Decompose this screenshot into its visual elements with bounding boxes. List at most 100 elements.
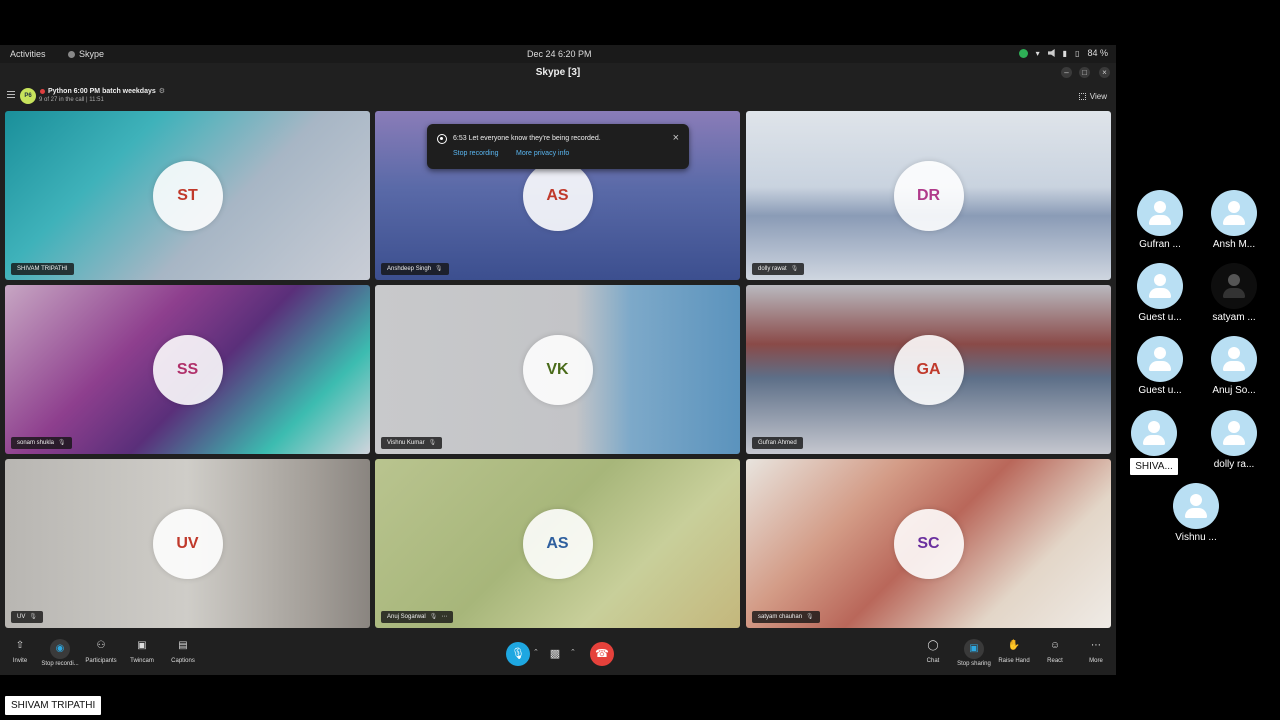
more-dots-icon: ⋯ — [1091, 640, 1101, 651]
privacy-info-link[interactable]: More privacy info — [516, 150, 569, 157]
more-options-icon[interactable]: ⋯ — [441, 611, 447, 623]
recording-notification: 6:53 Let everyone know they're being rec… — [427, 124, 689, 169]
presenter-label: SHIVAM TRIPATHI — [5, 696, 102, 715]
video-tile[interactable]: DR dolly rawat 🎙 — [746, 111, 1111, 280]
close-window-button[interactable]: × — [1099, 67, 1110, 78]
maximize-button[interactable]: □ — [1079, 67, 1090, 78]
microphone-icon: ▮ — [1062, 48, 1068, 58]
participant-name-tag: sonam shukla 🎙 — [11, 437, 72, 449]
microphone-button[interactable]: 🎙 — [506, 642, 530, 666]
side-participant[interactable]: dolly ra... — [1199, 410, 1269, 470]
camera-off-icon: ▩ — [549, 648, 561, 660]
participant-name: Vishnu Kumar — [387, 440, 425, 446]
invite-button[interactable]: ⇧ Invite — [0, 639, 42, 664]
hamburger-menu-icon[interactable] — [7, 91, 15, 98]
grid-view-icon — [1078, 93, 1086, 100]
raise-hand-button[interactable]: ✋ Raise Hand — [992, 639, 1036, 664]
twincam-icon: ▣ — [137, 640, 147, 651]
muted-mic-icon: 🎙 — [429, 614, 438, 620]
react-label: React — [1047, 658, 1063, 664]
skype-app-icon — [68, 50, 75, 58]
participant-name-tag: SHIVAM TRIPATHI — [11, 263, 74, 275]
camera-options-chevron-icon[interactable]: ⌃ — [570, 648, 576, 656]
battery-icon: ▯ — [1075, 48, 1080, 58]
muted-mic-icon: 🎙 — [29, 614, 37, 620]
view-button[interactable]: View — [1078, 92, 1107, 101]
video-tile[interactable]: SC satyam chauhan 🎙 — [746, 459, 1111, 628]
side-participant[interactable]: Guest u... — [1125, 336, 1195, 396]
stop-sharing-button[interactable]: ▣ Stop sharing — [952, 639, 996, 667]
more-button[interactable]: ⋯ More — [1074, 639, 1118, 664]
group-settings-icon[interactable]: ⚙ — [159, 87, 165, 95]
group-name: Python 6:00 PM batch weekdays — [48, 87, 156, 95]
participant-avatar-icon — [1211, 190, 1257, 236]
camera-button[interactable]: ▩ — [543, 642, 567, 666]
share-icon: ⇧ — [15, 640, 25, 651]
chat-button[interactable]: ◯ Chat — [911, 639, 955, 664]
call-header: P6 Python 6:00 PM batch weekdays ⚙ 9 of … — [0, 83, 1116, 109]
stop-recording-link[interactable]: Stop recording — [453, 150, 499, 157]
side-participant[interactable]: Anuj So... — [1199, 336, 1269, 396]
phone-hangup-icon: ☎ — [595, 648, 609, 660]
participant-avatar-icon — [1211, 410, 1257, 456]
participant-avatar-icon — [1131, 410, 1177, 456]
participant-name: SHIVAM TRIPATHI — [17, 266, 68, 272]
mic-options-chevron-icon[interactable]: ⌃ — [533, 648, 539, 656]
system-top-bar: Activities Skype Dec 24 6:20 PM ▾ ▮ ▯ 84… — [0, 45, 1116, 63]
video-tile[interactable]: ST SHIVAM TRIPATHI — [5, 111, 370, 280]
side-participant[interactable]: SHIVA... — [1119, 410, 1189, 475]
captions-button[interactable]: ▤ Captions — [161, 639, 205, 664]
hand-icon: ✋ — [1007, 640, 1021, 651]
participant-avatar: ST — [152, 160, 223, 231]
muted-mic-icon: 🎙 — [806, 614, 814, 620]
side-participant-name: satyam ... — [1212, 312, 1256, 323]
twincam-button[interactable]: ▣ Twincam — [120, 639, 164, 664]
participant-avatar: AS — [522, 508, 593, 579]
recording-message: 6:53 Let everyone know they're being rec… — [453, 135, 601, 142]
muted-mic-icon: 🎙 — [58, 440, 66, 446]
muted-mic-icon: 🎙 — [790, 266, 799, 272]
system-tray[interactable]: ▾ ▮ ▯ 84 % — [1018, 48, 1108, 58]
app-menu[interactable]: Skype — [68, 49, 104, 59]
participant-name: satyam chauhan — [758, 614, 803, 620]
participant-avatar: UV — [152, 508, 223, 579]
side-participant[interactable]: Gufran ... — [1125, 190, 1195, 250]
participant-name: Anuj Sogarwal — [387, 614, 426, 620]
participant-avatar: VK — [522, 334, 593, 405]
app-menu-label: Skype — [79, 49, 105, 59]
captions-label: Captions — [171, 658, 195, 664]
video-tile[interactable]: GA Gufran Ahmed — [746, 285, 1111, 454]
participant-name-tag: Gufran Ahmed — [752, 437, 803, 449]
stop-recording-button[interactable]: ◉ Stop recordi... — [38, 639, 82, 667]
participant-name-tag: Anuj Sogarwal 🎙 ⋯ — [381, 611, 454, 623]
participant-name: Gufran Ahmed — [758, 440, 797, 446]
side-participant[interactable]: Vishnu ... — [1161, 483, 1231, 543]
participant-avatar-icon — [1137, 263, 1183, 309]
system-clock[interactable]: Dec 24 6:20 PM — [527, 49, 592, 59]
video-tile[interactable]: SS sonam shukla 🎙 — [5, 285, 370, 454]
react-button[interactable]: ☺ React — [1033, 639, 1077, 664]
close-icon[interactable]: × — [673, 132, 679, 144]
chat-icon: ◯ — [927, 640, 939, 651]
stop-sharing-label: Stop sharing — [957, 661, 991, 667]
participant-avatar-icon — [1137, 190, 1183, 236]
muted-mic-icon: 🎙 — [435, 266, 443, 272]
minimize-button[interactable]: – — [1061, 67, 1072, 78]
more-label: More — [1089, 658, 1103, 664]
side-participant[interactable]: Ansh M... — [1199, 190, 1269, 250]
react-emoji-icon: ☺ — [1049, 640, 1061, 651]
hang-up-button[interactable]: ☎ — [590, 642, 614, 666]
video-tile[interactable]: VK Vishnu Kumar 🎙 — [375, 285, 740, 454]
participant-name: Anshdeep Singh — [387, 266, 432, 272]
participant-name-tag: UV 🎙 — [11, 611, 43, 623]
video-tile[interactable]: UV UV 🎙 — [5, 459, 370, 628]
call-toolbar: ⇧ Invite ◉ Stop recordi... ⚇ Participants ▣… — [0, 633, 1116, 675]
window-title: Skype [3] — [535, 67, 581, 78]
activities-button[interactable]: Activities — [10, 49, 46, 59]
participants-button[interactable]: ⚇ Participants — [79, 639, 123, 664]
group-avatar[interactable]: P6 — [20, 88, 36, 104]
side-participant[interactable]: satyam ... — [1199, 263, 1269, 323]
side-participant[interactable]: Guest u... — [1125, 263, 1195, 323]
participant-avatar: SC — [893, 508, 964, 579]
video-tile[interactable]: AS Anuj Sogarwal 🎙 ⋯ — [375, 459, 740, 628]
